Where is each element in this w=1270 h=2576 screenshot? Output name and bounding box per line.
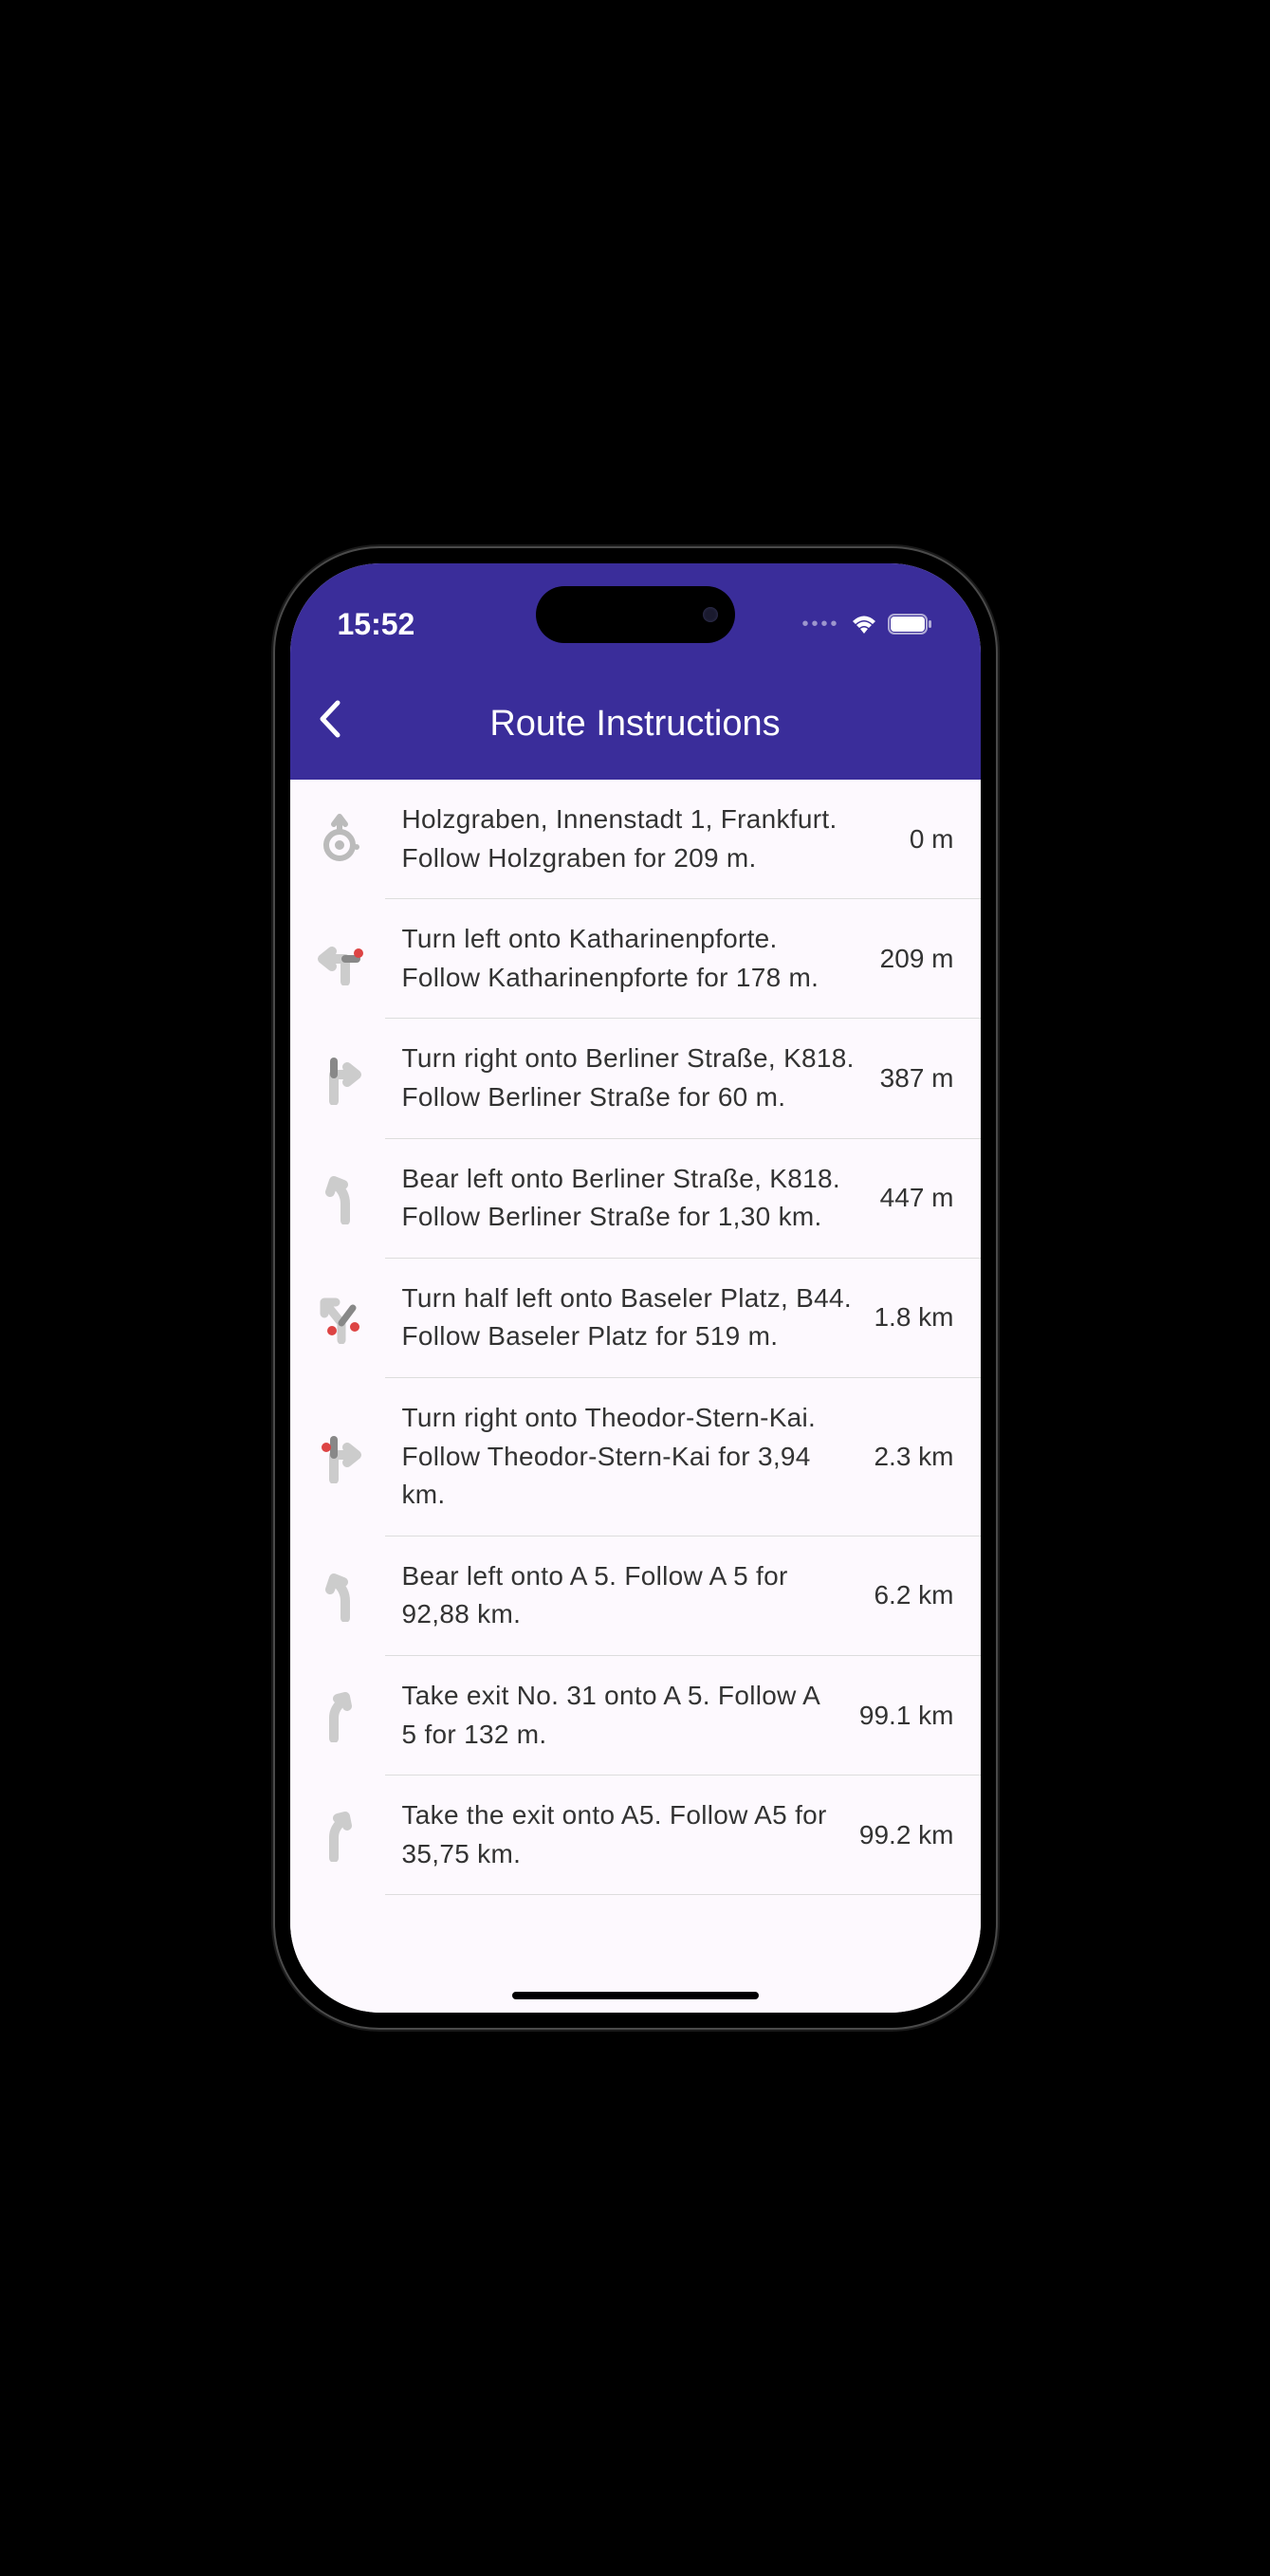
instruction-row[interactable]: Take the exit onto A5. Follow A5 for 35,…	[385, 1776, 981, 1895]
instruction-distance: 447 m	[880, 1183, 954, 1213]
instruction-text: Take exit No. 31 onto A 5. Follow A 5 fo…	[402, 1677, 859, 1754]
instruction-row[interactable]: Turn left onto Katharinenpforte. Follow …	[385, 899, 981, 1019]
instruction-row[interactable]: Turn right onto Berliner Straße, K818. F…	[385, 1019, 981, 1138]
status-time: 15:52	[338, 607, 415, 642]
phone-screen: 15:52 ••••	[290, 563, 981, 2013]
instruction-distance: 6.2 km	[874, 1580, 953, 1610]
instruction-distance: 99.1 km	[859, 1701, 954, 1731]
instruction-text: Bear left onto Berliner Straße, K818. Fo…	[402, 1160, 880, 1237]
instruction-row[interactable]: Bear left onto Berliner Straße, K818. Fo…	[385, 1139, 981, 1259]
instruction-text: Turn right onto Theodor-Stern-Kai. Follo…	[402, 1399, 874, 1515]
instruction-row[interactable]: Turn half left onto Baseler Platz, B44. …	[385, 1259, 981, 1378]
instructions-list[interactable]: Holzgraben, Innenstadt 1, Frankfurt. Fol…	[290, 780, 981, 2013]
bear-left-icon	[309, 1168, 370, 1228]
bear-left-icon	[309, 1565, 370, 1626]
front-camera	[703, 607, 718, 622]
cellular-dots-icon: ••••	[801, 614, 839, 635]
instruction-text: Bear left onto A 5. Follow A 5 for 92,88…	[402, 1557, 874, 1634]
instruction-distance: 387 m	[880, 1063, 954, 1094]
instruction-row[interactable]: Turn right onto Theodor-Stern-Kai. Follo…	[385, 1378, 981, 1536]
instruction-text: Turn left onto Katharinenpforte. Follow …	[402, 920, 880, 997]
instruction-row[interactable]: Bear left onto A 5. Follow A 5 for 92,88…	[385, 1536, 981, 1656]
instruction-distance: 0 m	[910, 824, 954, 855]
instruction-row[interactable]: Holzgraben, Innenstadt 1, Frankfurt. Fol…	[385, 780, 981, 899]
exit-right-icon	[309, 1805, 370, 1866]
status-icons: ••••	[801, 614, 932, 635]
instruction-text: Take the exit onto A5. Follow A5 for 35,…	[402, 1796, 859, 1873]
instruction-row[interactable]: Take exit No. 31 onto A 5. Follow A 5 fo…	[385, 1656, 981, 1776]
phone-frame: 15:52 ••••	[275, 548, 996, 2028]
instruction-text: Turn half left onto Baseler Platz, B44. …	[402, 1279, 874, 1356]
exit-right-icon	[309, 1685, 370, 1746]
instruction-distance: 209 m	[880, 944, 954, 974]
wifi-icon	[850, 614, 878, 635]
instruction-text: Turn right onto Berliner Straße, K818. F…	[402, 1040, 880, 1116]
back-button[interactable]	[317, 699, 341, 748]
roundabout-icon	[309, 809, 370, 870]
page-title: Route Instructions	[309, 704, 962, 745]
instruction-distance: 1.8 km	[874, 1302, 953, 1333]
battery-icon	[888, 614, 933, 635]
instruction-text: Holzgraben, Innenstadt 1, Frankfurt. Fol…	[402, 800, 910, 877]
home-indicator[interactable]	[512, 1992, 759, 1999]
instruction-distance: 99.2 km	[859, 1820, 954, 1850]
half-left-icon	[309, 1287, 370, 1348]
turn-right-icon	[309, 1048, 370, 1109]
nav-bar: Route Instructions	[290, 668, 981, 780]
dynamic-island	[536, 586, 735, 643]
turn-left-icon	[309, 929, 370, 989]
instruction-distance: 2.3 km	[874, 1442, 953, 1472]
turn-right-restricted-icon	[309, 1426, 370, 1487]
